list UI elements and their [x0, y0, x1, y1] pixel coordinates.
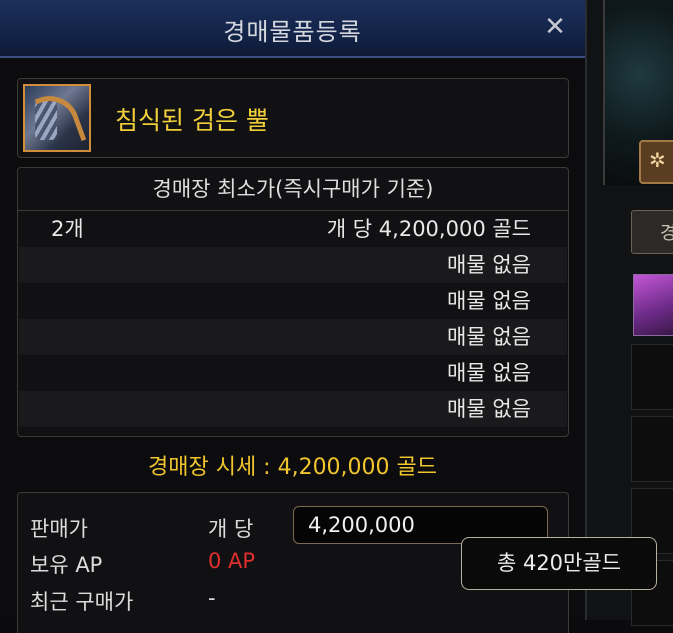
list-row: 매물 없음 — [19, 391, 567, 427]
row-price: 매물 없음 — [447, 253, 531, 277]
dialog-title: 경매물품등록 — [223, 18, 362, 46]
side-tab[interactable]: 경 — [631, 210, 673, 254]
row-quantity: 2개 — [51, 217, 84, 241]
recent-price-value: - — [208, 586, 216, 610]
sale-price-label: 판매가 — [30, 517, 88, 541]
per-unit-label: 개 당 — [208, 517, 254, 541]
list-row: 매물 없음 — [19, 247, 567, 283]
inventory-slot[interactable] — [631, 416, 673, 482]
title-bar[interactable]: 경매물품등록 ✕ — [0, 0, 585, 58]
list-header: 경매장 최소가(즉시구매가 기준) — [18, 168, 568, 211]
row-price: 매물 없음 — [447, 325, 531, 349]
ap-value: 0 AP — [208, 549, 256, 573]
list-row: 매물 없음 — [19, 319, 567, 355]
row-price: 매물 없음 — [447, 289, 531, 313]
horn-item-icon[interactable] — [23, 84, 91, 152]
row-price: 매물 없음 — [447, 397, 531, 421]
character-portrait[interactable] — [633, 274, 673, 336]
market-price: 경매장 시세 : 4,200,000 골드 — [147, 455, 438, 480]
ap-label: 보유 AP — [30, 553, 103, 577]
item-panel: 침식된 검은 뿔 — [17, 78, 569, 158]
item-name: 침식된 검은 뿔 — [115, 106, 269, 135]
lowest-price-list: 경매장 최소가(즉시구매가 기준) 2개 개 당 4,200,000 골드 매물… — [17, 167, 569, 437]
close-icon[interactable]: ✕ — [538, 10, 572, 44]
list-row: 매물 없음 — [19, 283, 567, 319]
recent-price-label: 최근 구매가 — [30, 590, 134, 614]
emblem-icon[interactable]: ✲ — [639, 140, 673, 184]
row-price: 개 당 4,200,000 골드 — [326, 217, 531, 241]
list-row: 2개 개 당 4,200,000 골드 — [19, 211, 567, 247]
game-background: ✲ 경 — [583, 0, 673, 626]
auction-register-dialog: 경매물품등록 ✕ 침식된 검은 뿔 경매장 최소가(즉시구매가 기준) 2개 개… — [0, 0, 587, 633]
row-price: 매물 없음 — [447, 361, 531, 385]
total-price-tooltip: 총 420만골드 — [461, 537, 657, 590]
inventory-slot[interactable] — [631, 344, 673, 410]
list-row: 매물 없음 — [19, 355, 567, 391]
